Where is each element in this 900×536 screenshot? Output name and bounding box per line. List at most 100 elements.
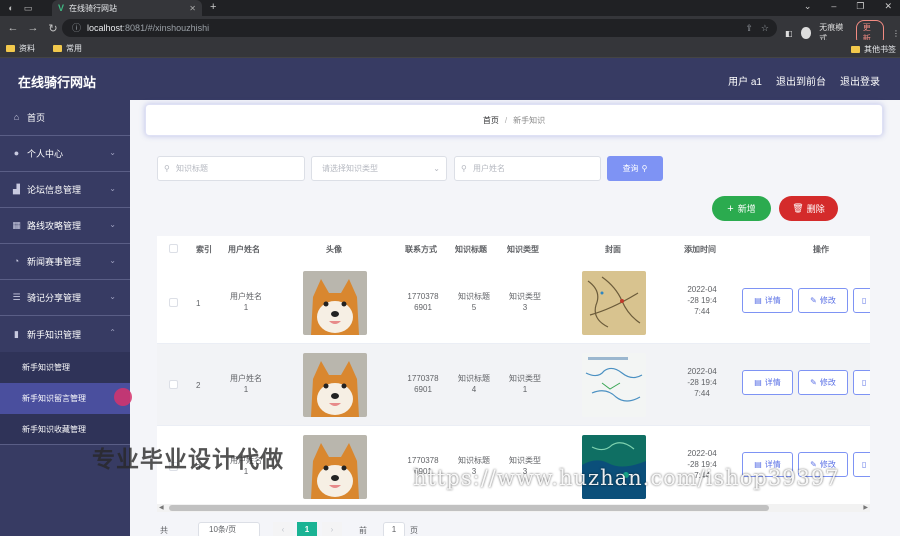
cell-phone: 1770378 6901 xyxy=(399,373,447,395)
bookmark-label: 资料 xyxy=(19,44,35,53)
bookmark-label: 常用 xyxy=(66,44,82,53)
row-checkbox[interactable] xyxy=(169,298,178,307)
scroll-right-icon[interactable]: ▶ xyxy=(863,504,868,511)
sidebar-item-home[interactable]: ⌂ 首页 xyxy=(0,100,130,136)
col-type: 知识类型 xyxy=(507,245,539,254)
detail-button[interactable]: ▤ 详情 xyxy=(742,288,793,313)
tab-search-icon[interactable]: ▭ xyxy=(22,2,34,14)
delete-row-button[interactable]: ▯ xyxy=(853,288,870,313)
power-icon: ◔ xyxy=(13,256,20,266)
breadcrumb-home[interactable]: 首页 xyxy=(483,115,499,126)
edit-button[interactable]: ✎ 修改 xyxy=(798,288,848,313)
reload-icon[interactable]: ↻ xyxy=(46,22,60,35)
close-icon[interactable]: ✕ xyxy=(884,1,892,12)
name-search-input[interactable]: ⚲ 用户姓名 xyxy=(454,156,601,181)
col-title: 知识标题 xyxy=(455,245,487,254)
sidebar-item-label: 个人中心 xyxy=(27,149,64,159)
edit-button[interactable]: ✎ 修改 xyxy=(798,370,848,395)
next-page-button[interactable]: › xyxy=(322,522,342,536)
horizontal-scrollbar[interactable]: ◀ ▶ xyxy=(157,504,870,512)
page-size-select[interactable]: 10条/页 xyxy=(198,522,260,536)
delete-row-button[interactable]: ▯ xyxy=(853,370,870,395)
browser-menu-icon[interactable]: ◐ xyxy=(5,2,17,14)
incognito-avatar[interactable] xyxy=(800,27,812,39)
chevron-down-icon: ⌄ xyxy=(109,184,116,193)
sidebar-item-share[interactable]: ☰ 骑记分享管理 ⌄ xyxy=(0,280,130,316)
cell-line: 1770378 xyxy=(407,292,439,301)
select-all-checkbox[interactable] xyxy=(169,244,178,253)
cell-line: 2022-04 xyxy=(687,285,717,294)
title-search-input[interactable]: ⚲ 知识标题 xyxy=(157,156,305,181)
folder-icon xyxy=(851,46,860,53)
sidebar-item-knowledge[interactable]: ▮ 新手知识管理 ⌃ xyxy=(0,316,130,352)
restore-icon[interactable]: ❐ xyxy=(856,1,864,12)
chevron-down-icon[interactable]: ⌄ xyxy=(804,1,812,12)
submenu-knowledge-manage[interactable]: 新手知识管理 xyxy=(0,352,130,383)
page-number-current[interactable]: 1 xyxy=(297,522,317,536)
sidebar-item-label: 首页 xyxy=(27,113,46,123)
sidebar-item-routes[interactable]: ▦ 路线攻略管理 ⌄ xyxy=(0,208,130,244)
sidebar-item-profile[interactable]: ● 个人中心 ⌄ xyxy=(0,136,130,172)
submenu-knowledge-comments[interactable]: 新手知识留言管理 xyxy=(0,383,130,414)
delete-button[interactable]: 🗑 删除 xyxy=(779,196,838,221)
query-button[interactable]: 查询 ⚲ xyxy=(607,156,663,181)
sidebar-item-forum[interactable]: ▟ 论坛信息管理 ⌄ xyxy=(0,172,130,208)
share-icon[interactable]: ⇪ xyxy=(745,19,753,37)
tab-close-icon[interactable]: ✕ xyxy=(189,4,196,13)
chevron-down-icon: ⌄ xyxy=(109,148,116,157)
row-checkbox[interactable] xyxy=(169,380,178,389)
back-to-front-link[interactable]: 退出到前台 xyxy=(776,73,826,88)
browser-tab[interactable]: V 在线骑行网站 ✕ xyxy=(52,0,202,16)
cell-time: 2022-04 -28 19:4 7:44 xyxy=(681,284,723,317)
detail-button[interactable]: ▤ 详情 xyxy=(742,370,793,395)
sidebar-item-news[interactable]: ◔ 新闻赛事管理 ⌄ xyxy=(0,244,130,280)
delete-label: 删除 xyxy=(806,204,825,214)
grid-icon: ▦ xyxy=(12,220,21,230)
delete-row-button[interactable]: ▯ xyxy=(853,452,870,477)
list-icon: ☰ xyxy=(12,292,21,302)
sidebar-item-label: 新手知识管理 xyxy=(27,329,82,340)
cell-line: 4 xyxy=(471,385,477,394)
type-select[interactable]: 请选择知识类型 ⌄ xyxy=(311,156,447,181)
cell-line: 用户姓名 xyxy=(230,292,262,301)
cell-line: 1770378 xyxy=(407,374,439,383)
query-label: 查询 xyxy=(622,164,639,173)
edit-icon: ✎ xyxy=(810,378,817,387)
url-field[interactable]: ⓘ localhost:8081/#/xinshouzhishi ⇪ ☆ xyxy=(62,19,777,37)
bookmark-folder[interactable]: 资料 xyxy=(6,43,35,54)
tab-title: 在线骑行网站 xyxy=(69,3,118,13)
chevron-down-icon: ⌄ xyxy=(109,256,116,265)
sidepanel-icon[interactable]: ◧ xyxy=(785,29,793,38)
scroll-thumb[interactable] xyxy=(169,505,769,511)
add-button[interactable]: + 新增 xyxy=(712,196,771,221)
cell-line: 1 xyxy=(522,385,528,394)
col-phone: 联系方式 xyxy=(405,245,437,254)
back-icon[interactable]: ← xyxy=(6,22,20,34)
scroll-left-icon[interactable]: ◀ xyxy=(159,504,164,511)
cell-line: 1 xyxy=(243,303,249,312)
bookmark-folder[interactable]: 常用 xyxy=(53,43,82,54)
goto-page-input[interactable]: 1 xyxy=(383,522,405,536)
cell-type: 知识类型 1 xyxy=(502,373,548,395)
cell-line: 7:44 xyxy=(694,307,710,316)
other-bookmarks[interactable]: 其他书签 xyxy=(851,44,896,55)
browser-tab-strip: ◐ ▭ V 在线骑行网站 ✕ + ⌄ – ❐ ✕ xyxy=(0,0,900,16)
avatar xyxy=(303,435,367,499)
trash-icon: 🗑 xyxy=(792,203,804,213)
folder-icon xyxy=(53,45,62,52)
more-icon[interactable]: ⋮ xyxy=(892,29,900,38)
add-label: 新增 xyxy=(737,204,756,214)
minimize-icon[interactable]: – xyxy=(831,1,836,12)
star-icon[interactable]: ☆ xyxy=(761,19,769,37)
watermark-text: 专业毕业设计代做 xyxy=(92,446,284,472)
forward-icon[interactable]: → xyxy=(26,22,40,34)
cell-username: 用户姓名 1 xyxy=(221,373,271,395)
new-tab-icon[interactable]: + xyxy=(210,1,216,13)
cell-line: 7:44 xyxy=(694,389,710,398)
cell-line: -28 19:4 xyxy=(687,378,717,387)
prev-page-button[interactable]: ‹ xyxy=(273,522,293,536)
cover-map-image xyxy=(582,271,646,335)
logout-link[interactable]: 退出登录 xyxy=(840,73,880,88)
cell-line: 知识标题 xyxy=(458,456,490,465)
plus-icon: + xyxy=(727,202,734,215)
